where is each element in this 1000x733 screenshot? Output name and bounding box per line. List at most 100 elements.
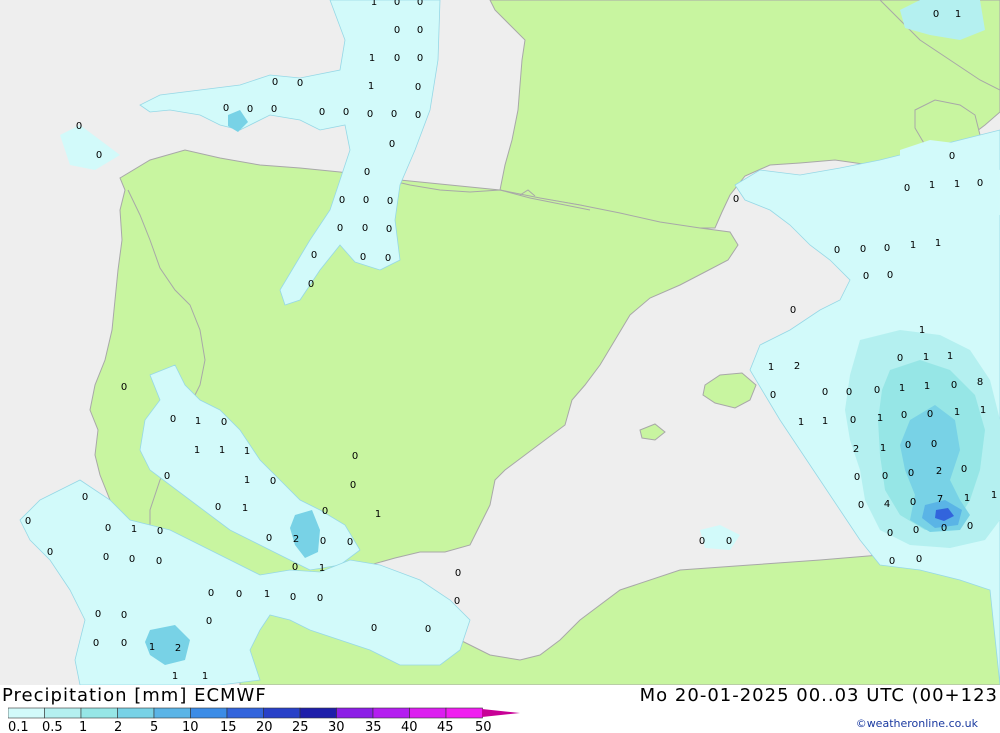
value-label: 0 <box>415 82 421 93</box>
value-label: 1 <box>924 381 930 392</box>
value-label: 1 <box>980 405 986 416</box>
credit-link[interactable]: ©weatheronline.co.uk <box>856 717 978 730</box>
value-label: 0 <box>967 521 973 532</box>
map-title: Precipitation [mm] ECMWF <box>2 685 267 706</box>
legend-swatch <box>263 707 301 719</box>
legend-swatch <box>299 707 337 719</box>
legend-swatch <box>445 707 483 719</box>
value-label: 0 <box>863 271 869 282</box>
value-label: 0 <box>96 150 102 161</box>
value-label: 1 <box>131 524 137 535</box>
value-label: 1 <box>929 180 935 191</box>
value-label: 1 <box>991 490 997 501</box>
value-label: 0 <box>860 244 866 255</box>
value-label: 1 <box>954 407 960 418</box>
value-label: 0 <box>95 609 101 620</box>
value-label: 0 <box>385 253 391 264</box>
value-label: 4 <box>884 499 890 510</box>
value-label: 1 <box>964 493 970 504</box>
value-label: 0 <box>215 502 221 513</box>
value-label: 1 <box>375 509 381 520</box>
value-label: 0 <box>854 472 860 483</box>
value-label: 1 <box>242 503 248 514</box>
value-label: 1 <box>880 443 886 454</box>
value-label: 0 <box>770 390 776 401</box>
value-label: 0 <box>164 471 170 482</box>
value-label: 0 <box>352 451 358 462</box>
value-label: 1 <box>947 351 953 362</box>
value-label: 0 <box>322 506 328 517</box>
value-label: 0 <box>364 167 370 178</box>
value-label: 0 <box>417 53 423 64</box>
value-label: 1 <box>219 445 225 456</box>
value-label: 0 <box>415 110 421 121</box>
value-label: 0 <box>367 109 373 120</box>
value-label: 0 <box>170 414 176 425</box>
value-label: 0 <box>726 536 732 547</box>
value-label: 0 <box>208 588 214 599</box>
value-label: 0 <box>846 387 852 398</box>
value-label: 0 <box>121 382 127 393</box>
value-label: 7 <box>937 494 943 505</box>
value-label: 1 <box>264 589 270 600</box>
value-label: 0 <box>394 25 400 36</box>
legend-label: 5 <box>150 720 158 733</box>
legend-label: 40 <box>401 720 418 733</box>
value-label: 0 <box>25 516 31 527</box>
value-label: 0 <box>362 223 368 234</box>
value-label: 0 <box>386 224 392 235</box>
value-label: 8 <box>977 377 983 388</box>
legend-swatches <box>8 707 483 719</box>
value-label: 0 <box>916 554 922 565</box>
value-label: 0 <box>311 250 317 261</box>
value-label: 0 <box>337 223 343 234</box>
value-label: 0 <box>47 547 53 558</box>
value-label: 0 <box>822 387 828 398</box>
legend-swatch <box>80 707 118 719</box>
value-label: 1 <box>954 179 960 190</box>
legend-label: 2 <box>114 720 122 733</box>
value-label: 1 <box>368 81 374 92</box>
value-label: 0 <box>339 195 345 206</box>
value-label: 0 <box>699 536 705 547</box>
value-label: 0 <box>389 139 395 150</box>
legend-label: 50 <box>475 720 492 733</box>
value-label: 0 <box>882 471 888 482</box>
legend-labels: 0.1 0.5 1 2 5 10 15 20 25 30 35 40 45 50 <box>8 720 492 733</box>
value-label: 0 <box>931 439 937 450</box>
precipitation-map[interactable]: 1 0 0 0 0 1 0 0 0 0 1 0 0 0 0 0 0 0 0 0 … <box>0 0 1000 686</box>
legend-label: 0.5 <box>42 720 63 733</box>
legend-swatch <box>117 707 155 719</box>
value-label: 0 <box>417 25 423 36</box>
value-label: 0 <box>371 623 377 634</box>
value-label: 0 <box>266 533 272 544</box>
value-label: 1 <box>899 383 905 394</box>
value-label: 1 <box>910 240 916 251</box>
value-label: 1 <box>194 445 200 456</box>
value-label: 0 <box>121 610 127 621</box>
value-label: 0 <box>904 183 910 194</box>
value-label: 0 <box>417 0 423 8</box>
value-label: 1 <box>371 0 377 8</box>
legend-label: 10 <box>182 720 199 733</box>
legend-label: 45 <box>437 720 454 733</box>
value-label: 0 <box>319 107 325 118</box>
value-label: 0 <box>908 468 914 479</box>
legend-swatch <box>372 707 410 719</box>
value-label: 2 <box>794 361 800 372</box>
legend-label: 30 <box>328 720 345 733</box>
value-label: 0 <box>236 589 242 600</box>
value-label: 0 <box>933 9 939 20</box>
legend-label: 20 <box>256 720 273 733</box>
value-label: 0 <box>206 616 212 627</box>
value-label: 1 <box>149 642 155 653</box>
legend-swatch <box>336 707 374 719</box>
value-label: 1 <box>798 417 804 428</box>
value-label: 1 <box>822 416 828 427</box>
value-label: 0 <box>901 410 907 421</box>
value-label: 1 <box>935 238 941 249</box>
value-label: 0 <box>858 500 864 511</box>
value-label: 0 <box>320 536 326 547</box>
value-label: 0 <box>391 109 397 120</box>
legend-arrow-icon <box>482 709 520 717</box>
